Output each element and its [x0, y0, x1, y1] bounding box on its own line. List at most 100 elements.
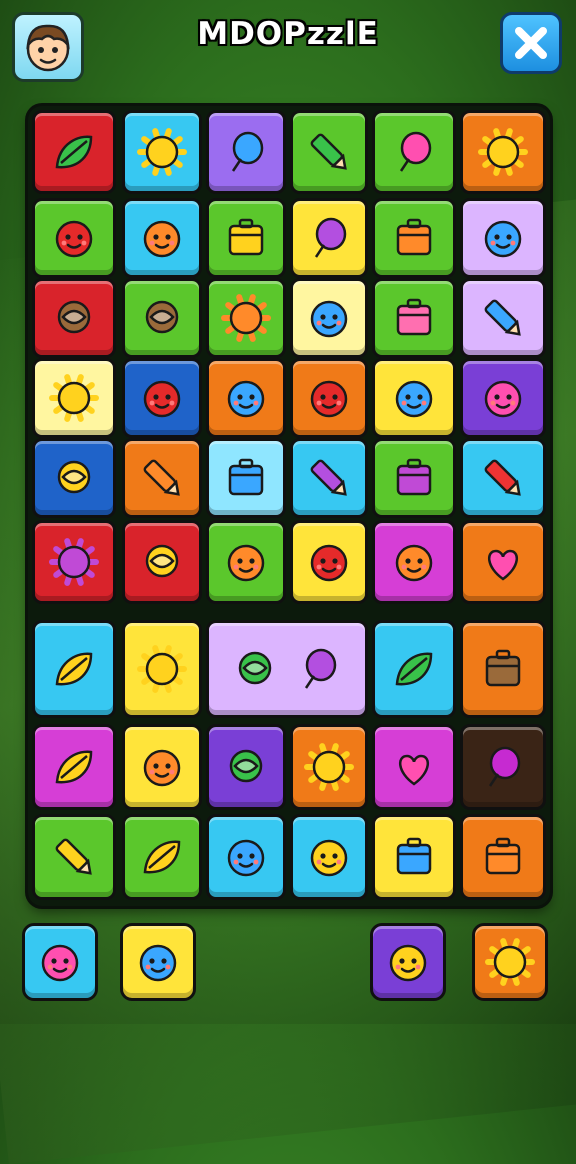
puzzle-tile[interactable]: [460, 724, 546, 810]
puzzle-tile[interactable]: [460, 198, 546, 278]
blue-bird-icon: [395, 380, 433, 418]
puzzle-tile[interactable]: [372, 620, 456, 718]
tray-slot[interactable]: [370, 923, 446, 1001]
pink-cat-face-icon: [41, 944, 79, 982]
crate-icon: [228, 458, 264, 496]
puzzle-tile[interactable]: [290, 724, 368, 810]
pencil-icon: [310, 133, 347, 170]
puzzle-tile[interactable]: [290, 358, 368, 438]
box-icon: [228, 218, 264, 256]
purple-plum-icon: [314, 217, 347, 258]
puzzle-tile[interactable]: [290, 520, 368, 604]
yellow-heart-icon: [399, 754, 429, 786]
puzzle-tile[interactable]: [206, 620, 368, 718]
orb-icon: [145, 300, 179, 334]
puzzle-tile[interactable]: [32, 724, 116, 810]
avatar-button[interactable]: [12, 12, 84, 82]
puzzle-tile[interactable]: [372, 278, 456, 358]
puzzle-tile[interactable]: [460, 110, 546, 194]
puzzle-tile[interactable]: [460, 278, 546, 358]
puzzle-tile[interactable]: [32, 520, 116, 604]
tray-slot[interactable]: [22, 923, 98, 1001]
lollipop-icon: [57, 460, 91, 494]
puzzle-tile[interactable]: [372, 438, 456, 518]
close-button[interactable]: [500, 12, 562, 74]
puzzle-tile[interactable]: [290, 198, 368, 278]
battery-icon: [484, 459, 521, 496]
tray-slot[interactable]: [120, 923, 196, 1001]
notebook-icon: [396, 837, 432, 875]
puzzle-tile[interactable]: [122, 278, 202, 358]
lemon-icon: [55, 750, 93, 784]
orange-face-icon: [143, 749, 181, 787]
puzzle-tile[interactable]: [122, 198, 202, 278]
puzzle-tile[interactable]: [32, 278, 116, 358]
puzzle-tile[interactable]: [460, 438, 546, 518]
robot-face-icon: [485, 837, 521, 875]
puzzle-tile[interactable]: [206, 278, 286, 358]
puzzle-tile[interactable]: [206, 724, 286, 810]
red-fruit-face-icon: [55, 220, 93, 258]
puzzle-tile[interactable]: [206, 520, 286, 604]
puzzle-tile[interactable]: [32, 438, 116, 518]
top-bar: MDOPzzlE: [0, 0, 576, 96]
balloon-icon: [231, 131, 264, 172]
globe-icon: [57, 300, 91, 334]
blue-crayon-icon: [484, 299, 521, 336]
lemon-face-icon: [143, 840, 181, 874]
puzzle-tile[interactable]: [460, 814, 546, 900]
puzzle-tile[interactable]: [460, 358, 546, 438]
suitcase-icon: [396, 298, 432, 336]
puzzle-tile[interactable]: [122, 520, 202, 604]
puzzle-tile[interactable]: [290, 438, 368, 518]
puzzle-tile[interactable]: [460, 620, 546, 718]
bottom-tray: [0, 915, 576, 1024]
candy-roll-icon: [143, 459, 180, 496]
tray-slot[interactable]: [472, 923, 548, 1001]
swirl-icon: [145, 544, 179, 578]
sun-face-icon: [478, 128, 528, 176]
flower-face-icon: [49, 538, 99, 586]
green-ring-icon: [238, 651, 272, 685]
yellow-leaf-icon: [55, 652, 93, 686]
yellow-snake-icon: [310, 839, 348, 877]
boy-face-icon: [26, 24, 70, 72]
puzzle-tile[interactable]: [460, 520, 546, 604]
calculator-icon: [396, 218, 432, 256]
puzzle-tile[interactable]: [206, 814, 286, 900]
puzzle-tile[interactable]: [372, 358, 456, 438]
apple-icon: [310, 380, 348, 418]
puzzle-tile[interactable]: [122, 110, 202, 194]
pink-candy-icon: [484, 380, 522, 418]
smiling-sun-icon: [49, 374, 99, 422]
puzzle-tile[interactable]: [372, 198, 456, 278]
puzzle-tile[interactable]: [290, 110, 368, 194]
puzzle-tile[interactable]: [372, 724, 456, 810]
yellow-arrow-icon: [389, 944, 427, 982]
puzzle-tile[interactable]: [122, 724, 202, 810]
blue-fish-face-icon: [139, 944, 177, 982]
puzzle-tile[interactable]: [32, 620, 116, 718]
puzzle-tile[interactable]: [32, 814, 116, 900]
puzzle-tile[interactable]: [372, 520, 456, 604]
puzzle-tile[interactable]: [372, 814, 456, 900]
puzzle-tile[interactable]: [122, 438, 202, 518]
puzzle-tile[interactable]: [206, 358, 286, 438]
robot-icon: [485, 649, 521, 687]
puzzle-tile[interactable]: [122, 620, 202, 718]
puzzle-tile[interactable]: [32, 198, 116, 278]
puzzle-tile[interactable]: [122, 814, 202, 900]
puzzle-tile[interactable]: [206, 438, 286, 518]
yellow-crayon-icon: [55, 838, 92, 875]
blue-monster-icon: [484, 220, 522, 258]
puzzle-tile[interactable]: [206, 110, 286, 194]
puzzle-tile[interactable]: [372, 110, 456, 194]
puzzle-tile[interactable]: [32, 358, 116, 438]
puzzle-tile[interactable]: [290, 814, 368, 900]
puzzle-tile[interactable]: [122, 358, 202, 438]
puzzle-tile[interactable]: [32, 110, 116, 194]
puzzle-board: [28, 106, 550, 906]
blue-ball-face-icon: [227, 839, 265, 877]
puzzle-tile[interactable]: [290, 278, 368, 358]
puzzle-tile[interactable]: [206, 198, 286, 278]
